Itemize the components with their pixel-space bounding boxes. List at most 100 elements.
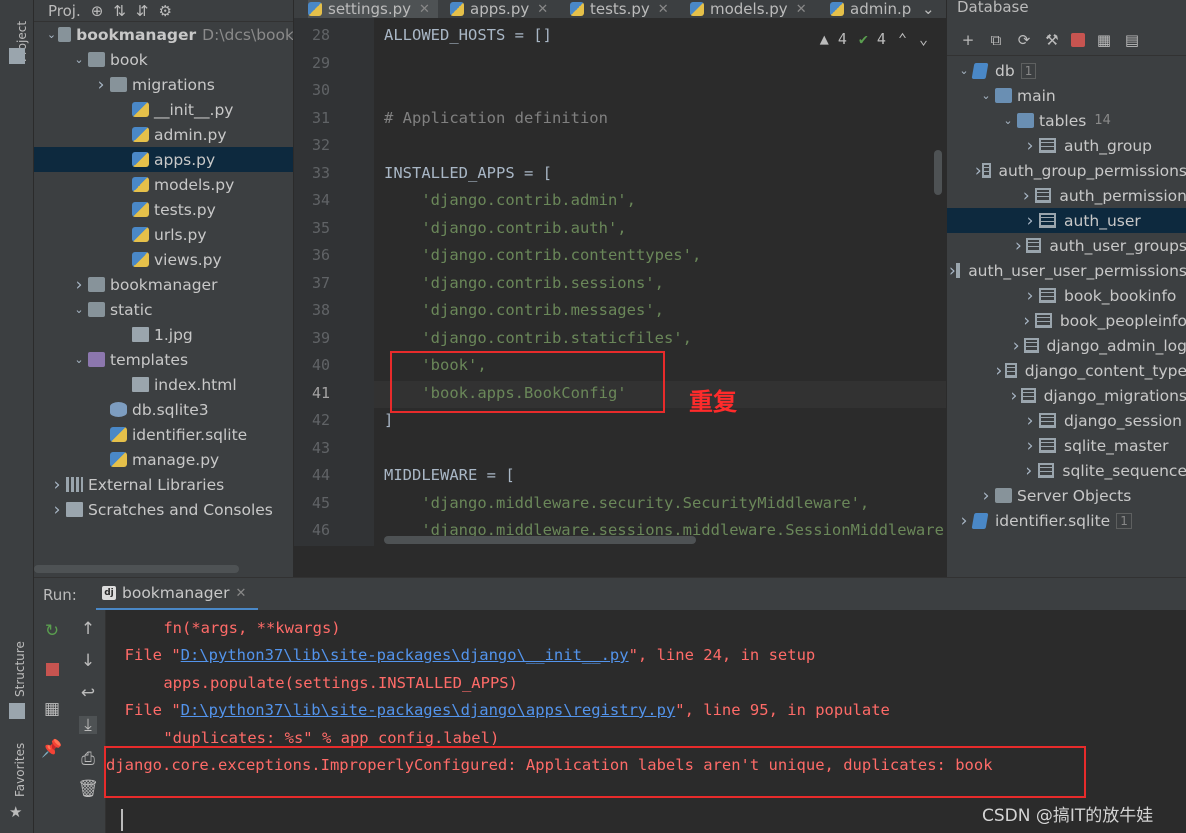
tab-admin[interactable]: admin.p xyxy=(830,0,920,18)
project-tree-item[interactable]: › Scratches and Consoles xyxy=(34,497,293,522)
stop-icon[interactable] xyxy=(43,660,61,678)
database-tree-item[interactable]: › book_peopleinfo xyxy=(947,308,1186,333)
tab-models[interactable]: models.py ✕ xyxy=(690,0,820,18)
chevron-right-icon[interactable]: › xyxy=(993,361,1004,381)
database-tree-item[interactable]: › django_admin_log xyxy=(947,333,1186,358)
favorites-tool-button[interactable]: Favorites xyxy=(13,743,27,797)
database-tree-item[interactable]: › book_bookinfo xyxy=(947,283,1186,308)
chevron-right-icon[interactable]: › xyxy=(1018,186,1035,206)
add-icon[interactable]: + xyxy=(959,31,977,49)
chevron-right-icon[interactable]: › xyxy=(48,475,66,495)
chevron-right-icon[interactable]: › xyxy=(977,486,995,506)
chevron-right-icon[interactable]: › xyxy=(955,511,973,531)
stop-icon[interactable] xyxy=(1071,32,1085,47)
collapse-icon[interactable]: ⇅ xyxy=(113,2,126,20)
chevron-right-icon[interactable]: › xyxy=(1011,236,1027,256)
chevron-right-icon[interactable]: › xyxy=(1021,136,1039,156)
close-icon[interactable]: ✕ xyxy=(419,2,430,17)
chevron-down-icon[interactable]: ⌄ xyxy=(70,353,88,366)
chevron-down-icon[interactable]: ⌄ xyxy=(955,64,973,77)
chevron-right-icon[interactable]: › xyxy=(92,75,110,95)
chevron-right-icon[interactable]: › xyxy=(1021,436,1039,456)
project-tree-item[interactable]: ⌄ book xyxy=(34,47,293,72)
database-tree-item[interactable]: › auth_group_permissions xyxy=(947,158,1186,183)
project-tree-item[interactable]: ⌄ static xyxy=(34,297,293,322)
trash-icon[interactable]: 🗑 xyxy=(77,779,99,799)
database-tree-item[interactable]: › django_content_type xyxy=(947,358,1186,383)
database-tree-item[interactable]: › auth_permission xyxy=(947,183,1186,208)
expand-icon[interactable]: ⇵ xyxy=(136,2,149,20)
file-link[interactable]: D:\python37\lib\site-packages\django\app… xyxy=(181,701,676,719)
next-highlight-button[interactable]: ⌄ xyxy=(919,30,928,48)
chevron-right-icon[interactable]: › xyxy=(1021,286,1039,306)
project-tree-item[interactable]: apps.py xyxy=(34,147,293,172)
close-icon[interactable]: ✕ xyxy=(658,2,669,17)
database-tree-item[interactable]: › auth_user xyxy=(947,208,1186,233)
project-tree-item[interactable]: __init__.py xyxy=(34,97,293,122)
database-tree-item[interactable]: › auth_user_user_permissions xyxy=(947,258,1186,283)
project-view-selector[interactable]: Proj. xyxy=(48,2,81,20)
editor-horizontal-scrollbar[interactable] xyxy=(384,536,696,544)
chevron-right-icon[interactable]: › xyxy=(1007,386,1022,406)
inspection-widget[interactable]: ▲ 4 ✔ 4 ⌃ ⌄ xyxy=(820,30,928,48)
warning-count[interactable]: ▲ 4 xyxy=(820,30,847,48)
refresh-icon[interactable]: ⟳ xyxy=(1015,31,1033,49)
chevron-right-icon[interactable]: › xyxy=(975,161,982,181)
close-icon[interactable]: ✕ xyxy=(537,2,548,17)
project-tree-item[interactable]: › migrations xyxy=(34,72,293,97)
arrow-down-icon[interactable]: ↓ xyxy=(79,651,97,671)
chevron-down-icon[interactable]: ⌄ xyxy=(45,28,59,41)
layout-icon[interactable]: ▦ xyxy=(43,699,61,719)
database-tree-item[interactable]: › auth_user_groups xyxy=(947,233,1186,258)
print-icon[interactable]: ⎙ xyxy=(79,749,97,769)
project-tree-item[interactable]: views.py xyxy=(34,247,293,272)
project-tree-item[interactable]: identifier.sqlite xyxy=(34,422,293,447)
project-tree-item[interactable]: urls.py xyxy=(34,222,293,247)
chevron-down-icon[interactable]: ⌄ xyxy=(70,303,88,316)
project-tree-item[interactable]: db.sqlite3 xyxy=(34,397,293,422)
arrow-up-icon[interactable]: ↑ xyxy=(79,619,97,639)
database-tree-item[interactable]: › identifier.sqlite 1 xyxy=(947,508,1186,533)
database-tree-item[interactable]: ⌄ db 1 xyxy=(947,58,1186,83)
chevron-right-icon[interactable]: › xyxy=(949,261,956,281)
project-tree-item[interactable]: 1.jpg xyxy=(34,322,293,347)
run-console[interactable]: fn(*args, **kwargs) File "D:\python37\li… xyxy=(106,610,1186,833)
gear-icon[interactable]: ⚙ xyxy=(158,2,171,20)
chevron-right-icon[interactable]: › xyxy=(48,500,66,520)
project-tree-item[interactable]: ⌄ bookmanager D:\dcs\book xyxy=(34,22,293,47)
project-tree-item[interactable]: › bookmanager xyxy=(34,272,293,297)
properties-icon[interactable]: ⚒ xyxy=(1043,31,1061,49)
tab-list-button[interactable]: ⌄ xyxy=(922,0,942,18)
weak-warning-count[interactable]: ✔ 4 xyxy=(859,30,886,48)
project-tree-item[interactable]: index.html xyxy=(34,372,293,397)
file-link[interactable]: D:\python37\lib\site-packages\django\__i… xyxy=(181,646,629,664)
chevron-down-icon[interactable]: ⌄ xyxy=(70,53,88,66)
project-tree-item[interactable]: admin.py xyxy=(34,122,293,147)
chevron-right-icon[interactable]: › xyxy=(1018,311,1035,331)
code-editor[interactable]: ▲ 4 ✔ 4 ⌃ ⌄ ALLOWED_HOSTS = [] # Applicat… xyxy=(374,18,946,546)
database-tree-item[interactable]: › Server Objects xyxy=(947,483,1186,508)
project-tree-item[interactable]: › External Libraries xyxy=(34,472,293,497)
project-tree-item[interactable]: manage.py xyxy=(34,447,293,472)
database-tree-item[interactable]: › django_session xyxy=(947,408,1186,433)
chevron-right-icon[interactable]: › xyxy=(1020,461,1038,481)
chevron-right-icon[interactable]: › xyxy=(1021,211,1039,231)
database-tree-item[interactable]: ⌄ main xyxy=(947,83,1186,108)
database-tree-item[interactable]: › sqlite_master xyxy=(947,433,1186,458)
editor-vertical-scrollbar[interactable] xyxy=(934,150,942,195)
chevron-right-icon[interactable]: › xyxy=(70,275,88,295)
tab-tests[interactable]: tests.py ✕ xyxy=(570,0,680,18)
structure-tool-button[interactable]: Structure xyxy=(13,641,27,697)
project-horizontal-scrollbar[interactable] xyxy=(34,565,239,573)
close-icon[interactable]: ✕ xyxy=(235,586,246,601)
tab-apps[interactable]: apps.py ✕ xyxy=(450,0,560,18)
copy-icon[interactable]: ⧉ xyxy=(987,31,1005,49)
tab-settings[interactable]: settings.py ✕ xyxy=(308,0,438,18)
close-icon[interactable]: ✕ xyxy=(796,2,807,17)
previous-highlight-button[interactable]: ⌃ xyxy=(898,30,907,48)
pin-icon[interactable]: 📌 xyxy=(41,739,62,759)
project-tree-item[interactable]: ⌄ templates xyxy=(34,347,293,372)
chevron-right-icon[interactable]: › xyxy=(1009,336,1024,356)
table-view-icon[interactable]: ▦ xyxy=(1095,31,1113,49)
database-tree-item[interactable]: › django_migrations xyxy=(947,383,1186,408)
